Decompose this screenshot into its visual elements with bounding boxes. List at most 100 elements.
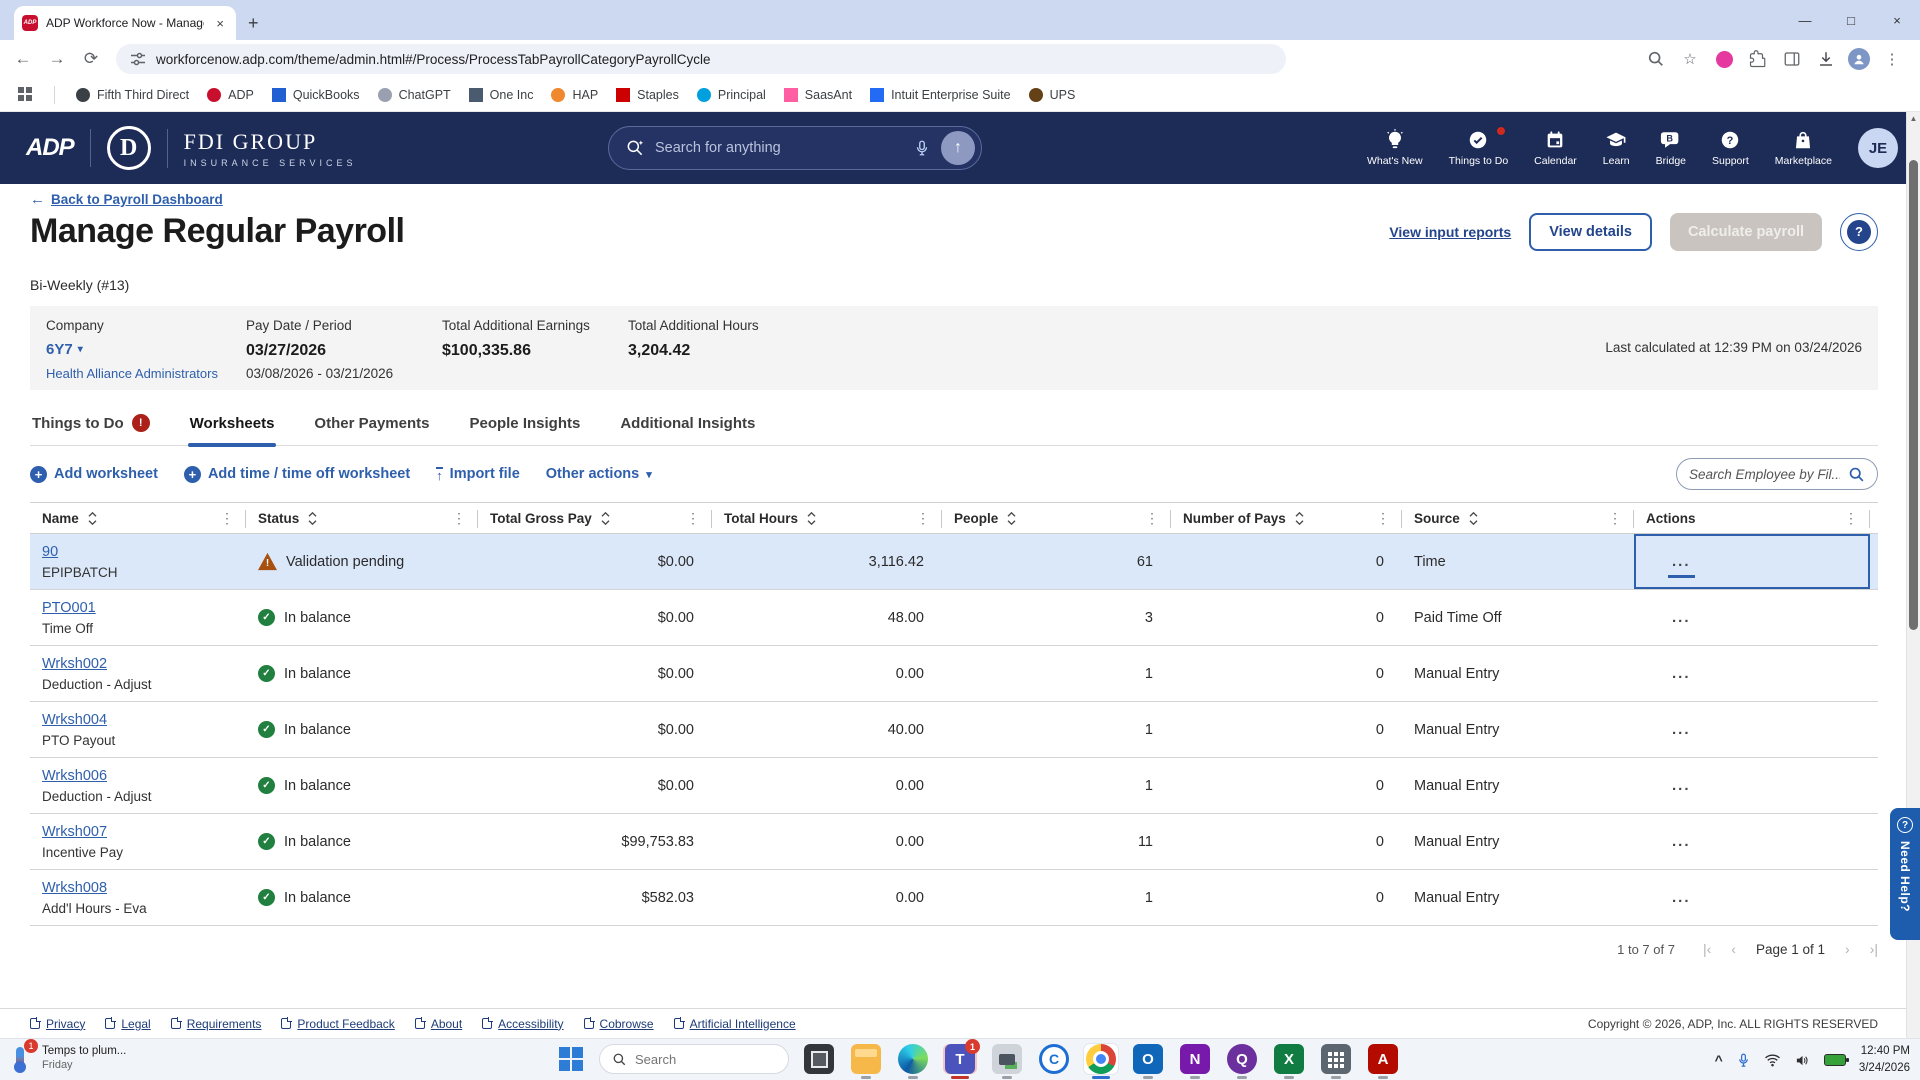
view-details-button[interactable]: View details [1529,213,1652,251]
onenote-icon[interactable]: N [1180,1044,1210,1074]
company-code-dropdown[interactable]: 6Y7▾ [46,341,246,358]
footer-link[interactable]: Privacy [30,1017,85,1031]
file-explorer-icon[interactable] [851,1044,881,1074]
table-header-cell[interactable]: Status ⋮ [246,503,478,533]
browser-sidebar-icon[interactable] [1780,47,1804,71]
first-page-icon[interactable]: |‹ [1703,941,1711,957]
global-search-bar[interactable]: ↑ [608,126,982,170]
table-row[interactable]: PTO001 Time Off In balance $0.00 48.00 3… [30,590,1878,646]
worksheet-link[interactable]: Wrksh008 [42,880,107,896]
bookmark-item[interactable]: ADP [198,84,263,106]
bookmark-item[interactable]: Fifth Third Direct [67,84,198,106]
nav-marketplace[interactable]: Marketplace [1775,129,1832,167]
sort-icon[interactable] [87,511,98,526]
employee-search-input[interactable] [1689,467,1840,482]
prev-page-icon[interactable]: ‹ [1731,941,1736,957]
bookmark-item[interactable]: One Inc [460,84,543,106]
taskbar-search-box[interactable] [599,1044,789,1074]
row-actions-ellipsis-button[interactable]: ... [1670,776,1693,796]
tab-close-icon[interactable]: × [212,16,228,31]
row-actions-ellipsis-button[interactable]: ... [1670,888,1693,908]
table-header-cell[interactable]: Total Hours ⋮ [712,503,942,533]
page-tab[interactable]: People Insights ! [467,414,582,445]
window-close-button[interactable]: × [1874,0,1920,40]
search-submit-icon[interactable]: ↑ [941,131,975,165]
table-header-cell[interactable]: Source ⋮ [1402,503,1634,533]
footer-link[interactable]: Product Feedback [281,1017,394,1031]
column-menu-kebab-icon[interactable]: ⋮ [1376,510,1402,527]
apps-grid-icon[interactable] [18,87,34,103]
column-menu-kebab-icon[interactable]: ⋮ [1844,510,1870,527]
zoom-lens-icon[interactable] [1644,47,1668,71]
tray-chevron-up-icon[interactable]: ^ [1715,1052,1723,1068]
bookmark-item[interactable]: Staples [607,84,688,106]
forward-icon[interactable]: → [42,44,72,74]
user-avatar[interactable]: JE [1858,128,1898,168]
bookmark-item[interactable]: HAP [542,84,607,106]
worksheet-link[interactable]: 90 [42,544,58,560]
global-search-input[interactable] [655,140,903,156]
taskbar-clock[interactable]: 12:40 PM 3/24/2026 [1859,1043,1910,1078]
scroll-up-arrow-icon[interactable]: ▲ [1907,114,1920,123]
footer-link[interactable]: Accessibility [482,1017,563,1031]
reload-icon[interactable]: ⟳ [76,44,106,74]
outlook-icon[interactable]: O [1133,1044,1163,1074]
microphone-tray-icon[interactable] [1736,1052,1751,1069]
nav-things-to-do[interactable]: Things to Do [1449,129,1509,167]
nav-learn[interactable]: Learn [1603,129,1630,167]
nav-support[interactable]: ? Support [1712,129,1749,167]
speaker-icon[interactable] [1794,1053,1811,1068]
column-menu-kebab-icon[interactable]: ⋮ [220,510,246,527]
column-menu-kebab-icon[interactable]: ⋮ [686,510,712,527]
taskbar-search-input[interactable] [635,1052,755,1067]
browser-profile-icon[interactable] [1848,48,1870,70]
adp-logo[interactable]: ADP [26,134,74,162]
bookmark-item[interactable]: ChatGPT [369,84,460,106]
page-tab[interactable]: Things to Do ! [30,414,152,445]
sort-icon[interactable] [307,511,318,526]
wifi-icon[interactable] [1764,1053,1781,1067]
bookmark-item[interactable]: Principal [688,84,775,106]
download-icon[interactable] [1814,47,1838,71]
scrollbar-thumb[interactable] [1909,160,1918,630]
table-header-cell[interactable]: People ⋮ [942,503,1171,533]
excel-icon[interactable]: X [1274,1044,1304,1074]
worksheet-link[interactable]: Wrksh007 [42,824,107,840]
footer-link[interactable]: Artificial Intelligence [674,1017,796,1031]
bookmark-item[interactable]: Intuit Enterprise Suite [861,84,1020,106]
window-maximize-button[interactable]: □ [1828,0,1874,40]
column-menu-kebab-icon[interactable]: ⋮ [1608,510,1634,527]
employee-search-box[interactable] [1676,458,1878,490]
sort-icon[interactable] [1006,511,1017,526]
column-menu-kebab-icon[interactable]: ⋮ [452,510,478,527]
view-input-reports-link[interactable]: View input reports [1389,224,1511,240]
worksheet-link[interactable]: Wrksh006 [42,768,107,784]
table-header-cell[interactable]: Total Gross Pay ⋮ [478,503,712,533]
search-icon[interactable] [1848,466,1865,483]
page-tab[interactable]: Worksheets ! [188,414,277,445]
browser-tab[interactable]: ADP ADP Workforce Now - Manage × [14,6,236,40]
add-time-worksheet-button[interactable]: +Add time / time off worksheet [184,466,410,483]
sort-icon[interactable] [1468,511,1479,526]
row-actions-ellipsis-button[interactable]: ... [1670,664,1693,684]
remote-desktop-icon[interactable] [992,1044,1022,1074]
footer-link[interactable]: Legal [105,1017,150,1031]
back-icon[interactable]: ← [8,44,38,74]
url-bar[interactable]: workforcenow.adp.com/theme/admin.html#/P… [116,44,1286,74]
calculate-payroll-button[interactable]: Calculate payroll [1670,213,1822,251]
need-help-tab[interactable]: ? Need Help? [1890,808,1920,940]
pink-extension-icon[interactable] [1712,47,1736,71]
table-row[interactable]: Wrksh004 PTO Payout In balance $0.00 40.… [30,702,1878,758]
help-button[interactable]: ? [1840,213,1878,251]
table-row[interactable]: 90 EPIPBATCH Validation pending $0.00 3,… [30,534,1878,590]
teams-icon[interactable]: T1 [945,1044,975,1074]
table-row[interactable]: Wrksh006 Deduction - Adjust In balance $… [30,758,1878,814]
page-tab[interactable]: Additional Insights ! [618,414,757,445]
table-row[interactable]: Wrksh008 Add'l Hours - Eva In balance $5… [30,870,1878,926]
bookmark-item[interactable]: UPS [1020,84,1085,106]
chrome-icon[interactable] [1086,1044,1116,1074]
worksheet-link[interactable]: Wrksh002 [42,656,107,672]
table-header-cell[interactable]: Number of Pays ⋮ [1171,503,1402,533]
window-minimize-button[interactable]: — [1782,0,1828,40]
column-menu-kebab-icon[interactable]: ⋮ [1145,510,1171,527]
